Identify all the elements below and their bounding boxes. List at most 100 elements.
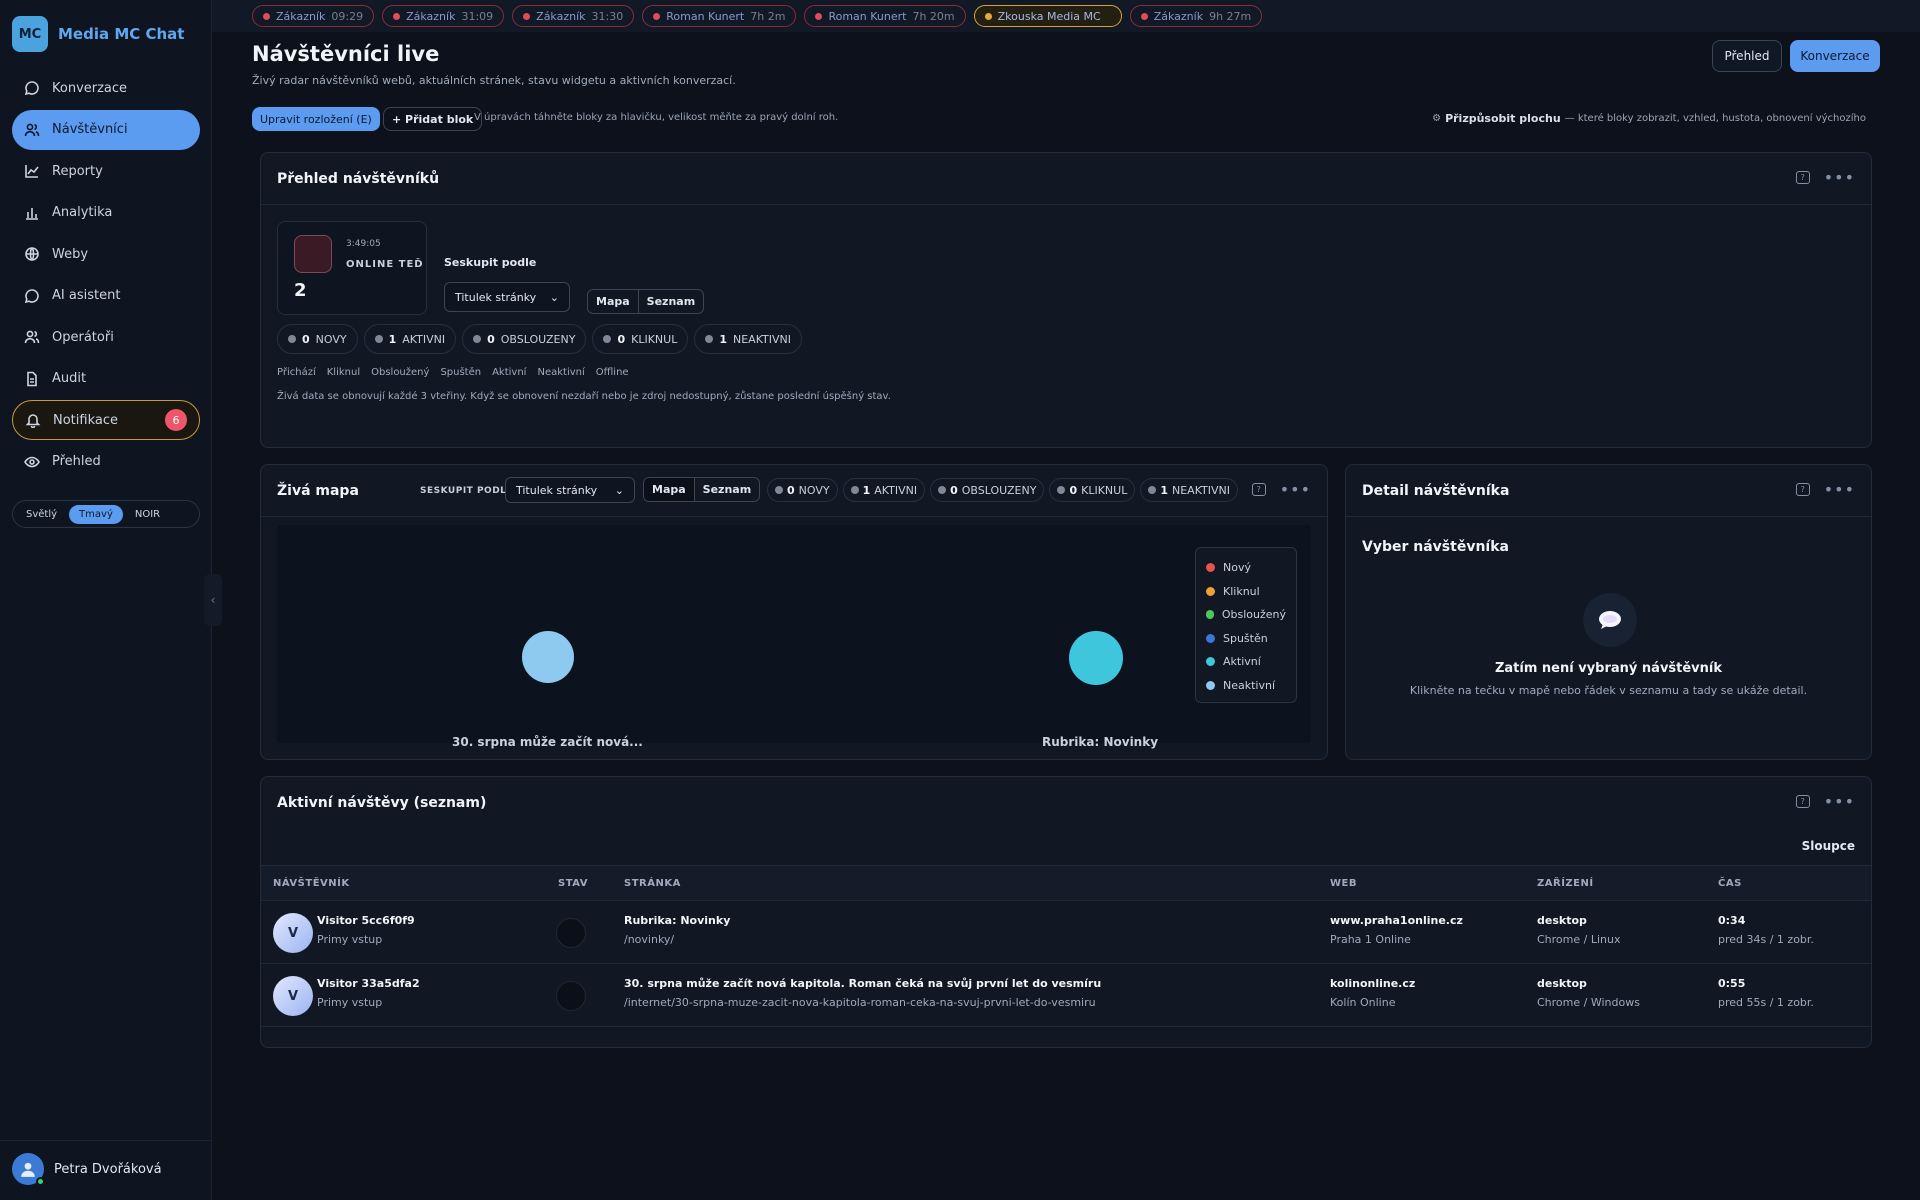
current-user[interactable]: Petra Dvořáková	[0, 1140, 212, 1197]
column-header[interactable]: ZAŘÍZENÍ	[1537, 878, 1594, 889]
layout-hint: V úpravách táhněte bloky za hlavičku, ve…	[474, 112, 839, 123]
card-header-icons: ? •••	[1795, 169, 1855, 185]
theme-option-light[interactable]: Světlý	[16, 505, 67, 524]
map-cluster-bubble[interactable]	[522, 631, 574, 683]
column-header[interactable]: NÁVŠTĚVNÍK	[273, 878, 350, 889]
state-chip-aktivni[interactable]: 1 AKTIVNI	[363, 324, 457, 354]
status-indicator	[556, 918, 586, 948]
state-label: NEAKTIVNI	[1171, 483, 1231, 497]
nav-ai-asistent[interactable]: AI asistent	[12, 276, 200, 316]
konverzace-button[interactable]: Konverzace	[1790, 40, 1880, 72]
nav-audit[interactable]: Audit	[12, 359, 200, 399]
nav-analytika[interactable]: Analytika	[12, 193, 200, 233]
card-header[interactable]: Živá mapa SESKUPIT PODLE Titulek stránky…	[261, 465, 1327, 517]
visit-time: 0:34	[1718, 914, 1746, 927]
group-by-label: SESKUPIT PODLE	[420, 486, 514, 496]
table-row[interactable]: V Visitor 33a5dfa2 Primy vstup 30. srpna…	[261, 964, 1871, 1027]
nav-notifikace[interactable]: Notifikace 6	[12, 400, 200, 440]
group-by-select[interactable]: Titulek stránky ⌄	[444, 282, 570, 312]
tab-time: 9h 27m	[1209, 9, 1252, 23]
status-indicator	[556, 981, 586, 1011]
state-chip-obslouzeny[interactable]: 0 OBSLOUZENY	[462, 324, 587, 354]
state-chip-neaktivni[interactable]: 1 NEAKTIVNI	[694, 324, 803, 354]
conversation-tab[interactable]: Zákazník 31:09	[382, 5, 505, 27]
table-row[interactable]: V Visitor 5cc6f0f9 Primy vstup Rubrika: …	[261, 901, 1871, 964]
live-map-canvas[interactable]: 30. srpna může začít nová... Rubrika: No…	[277, 525, 1311, 749]
help-icon[interactable]: ?	[1795, 171, 1810, 184]
state-label: NEAKTIVNI	[732, 332, 792, 346]
group-by-select[interactable]: Titulek stránky ⌄	[505, 477, 635, 503]
conversation-tab-active[interactable]: Zkouska Media MC	[973, 5, 1122, 27]
more-options-icon[interactable]: •••	[1280, 481, 1311, 497]
column-header[interactable]: STAV	[558, 878, 588, 889]
more-options-icon[interactable]: •••	[1824, 481, 1855, 497]
legend-word: Spuštěn	[440, 367, 482, 378]
legend-label: Spuštěn	[1223, 631, 1268, 645]
state-chip-kliknul[interactable]: 0 KLIKNUL	[592, 324, 689, 354]
sidebar-collapse-handle[interactable]: ‹	[204, 574, 222, 626]
card-header[interactable]: Přehled návštěvníků ? •••	[261, 153, 1871, 205]
brand[interactable]: MC Media MC Chat	[12, 16, 184, 52]
customize-workspace[interactable]: ⚙ Přizpůsobit plochu — které bloky zobra…	[1432, 112, 1866, 125]
prehled-button[interactable]: Přehled	[1712, 40, 1782, 72]
state-chip-kliknul[interactable]: 0 KLIKNUL	[1049, 478, 1136, 502]
conversation-tab[interactable]: Zákazník 09:29	[252, 5, 375, 27]
sidebar: MC Media MC Chat Konverzace Návštěvníci …	[0, 0, 212, 1200]
conversation-tab[interactable]: Roman Kunert 7h 2m	[642, 5, 797, 27]
columns-button[interactable]: Sloupce	[1802, 839, 1855, 853]
customize-label: Přizpůsobit plochu	[1445, 112, 1561, 125]
view-map-button[interactable]: Mapa	[644, 478, 694, 501]
avatar: V	[273, 913, 313, 953]
view-list-button[interactable]: Seznam	[637, 290, 704, 313]
view-list-button[interactable]: Seznam	[693, 478, 760, 501]
page-title-cell: Rubrika: Novinky	[624, 914, 731, 927]
column-header[interactable]: WEB	[1330, 878, 1357, 889]
status-dot	[393, 12, 401, 20]
card-header[interactable]: Detail návštěvníka ? •••	[1346, 465, 1871, 517]
map-cluster-bubble[interactable]	[1069, 631, 1123, 685]
nav-prehled[interactable]: Přehled	[12, 442, 200, 482]
conversation-tab[interactable]: Roman Kunert 7h 20m	[804, 5, 966, 27]
help-icon[interactable]: ?	[1795, 795, 1810, 808]
column-header[interactable]: ČAS	[1718, 878, 1742, 889]
help-icon[interactable]: ?	[1251, 483, 1266, 496]
conversation-tab[interactable]: Zákazník 31:30	[512, 5, 635, 27]
state-chip-novy[interactable]: 0 NOVY	[767, 478, 838, 502]
nav-navstevnici[interactable]: Návštěvníci	[12, 109, 200, 150]
theme-option-dark[interactable]: Tmavý	[69, 504, 123, 524]
more-options-icon[interactable]: •••	[1824, 169, 1855, 185]
more-options-icon[interactable]: •••	[1824, 793, 1855, 809]
view-toggle: Mapa Seznam	[587, 289, 705, 314]
state-label: NOVY	[798, 483, 830, 497]
help-icon[interactable]: ?	[1795, 483, 1810, 496]
visitor-overview-card: Přehled návštěvníků ? ••• 3:49:05 ONLINE…	[260, 152, 1872, 448]
nav-label: Návštěvníci	[52, 122, 128, 137]
state-chip-novy[interactable]: 0 NOVY	[277, 324, 358, 354]
nav-weby[interactable]: Weby	[12, 234, 200, 274]
nav-konverzace[interactable]: Konverzace	[12, 68, 200, 108]
state-chip-neaktivni[interactable]: 1 NEAKTIVNI	[1140, 478, 1239, 502]
state-chip-obslouzeny[interactable]: 0 OBSLOUZENY	[930, 478, 1045, 502]
nav-operatori[interactable]: Operátoři	[12, 317, 200, 357]
theme-switcher: Světlý Tmavý NOIR	[12, 500, 200, 528]
device-type: desktop	[1537, 977, 1587, 990]
edit-layout-button[interactable]: Upravit rozložení (E)	[252, 107, 380, 131]
column-header[interactable]: STRÁNKA	[624, 878, 681, 889]
state-count: 1	[719, 332, 727, 346]
conversation-tab[interactable]: Zákazník 9h 27m	[1129, 5, 1263, 27]
theme-option-noir[interactable]: NOIR	[125, 505, 170, 524]
card-header[interactable]: Aktivní návštěvy (seznam) ? •••	[261, 777, 1871, 829]
state-count: 1	[862, 483, 871, 497]
web-name: Kolín Online	[1330, 996, 1396, 1009]
tab-time: 7h 2m	[750, 9, 786, 23]
state-label: OBSLOUZENY	[961, 483, 1037, 497]
nav-reporty[interactable]: Reporty	[12, 151, 200, 191]
view-map-button[interactable]: Mapa	[588, 290, 638, 313]
state-chip-aktivni[interactable]: 1 AKTIVNI	[842, 478, 926, 502]
status-dot	[523, 12, 531, 20]
web-name: Praha 1 Online	[1330, 933, 1411, 946]
legend-dot	[1206, 610, 1214, 620]
chat-icon	[24, 81, 39, 96]
chevron-down-icon: ⌄	[549, 290, 559, 304]
add-block-button[interactable]: + Přidat blok	[383, 107, 483, 131]
